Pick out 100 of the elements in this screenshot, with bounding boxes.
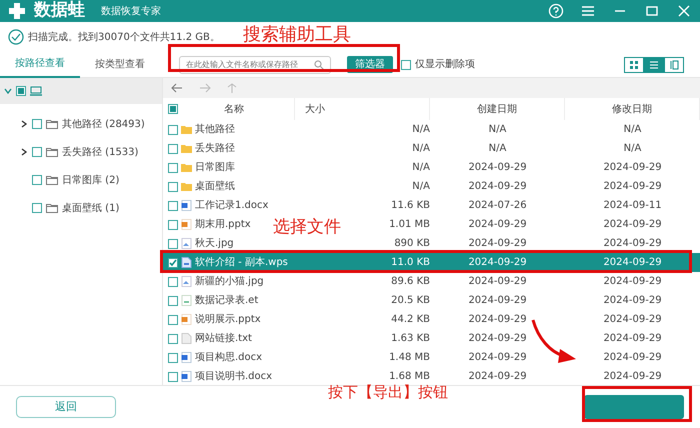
checkbox[interactable] (168, 296, 178, 306)
document-icon (181, 200, 192, 211)
file-name[interactable]: 日常图库 (195, 160, 235, 175)
folder-icon (181, 162, 192, 173)
file-name[interactable]: 其他路径 (195, 122, 235, 137)
created-date: 2024-09-29 (468, 295, 527, 306)
checkbox[interactable] (168, 200, 178, 210)
created-date: N/A (488, 143, 506, 154)
checkbox[interactable] (168, 258, 178, 268)
folder-icon (181, 143, 192, 154)
checkbox-label: 仅显示删除项 (415, 58, 475, 72)
folder-icon (46, 202, 58, 214)
checkbox[interactable] (168, 124, 178, 134)
back-button[interactable]: 返回 (16, 396, 116, 418)
checkbox[interactable] (168, 314, 178, 324)
tree-item-label[interactable]: 日常图库 (2) (62, 172, 120, 188)
file-name[interactable]: 丢失路径 (195, 141, 235, 156)
file-size: 44.2 KB (391, 314, 430, 325)
file-size: N/A (412, 143, 430, 154)
grid-view-button[interactable] (624, 56, 644, 72)
file-name[interactable]: 项目构思.docx (195, 350, 262, 365)
annotation-arrow (530, 318, 578, 366)
app-subtitle: 数据恢复专家 (101, 4, 161, 18)
file-size: 11.6 KB (391, 200, 430, 211)
file-name[interactable]: 项目说明书.docx (195, 369, 272, 384)
checkbox[interactable] (168, 372, 178, 382)
modified-date: 2024-09-29 (603, 314, 662, 325)
list-view-button[interactable] (644, 56, 664, 72)
view-tab[interactable]: 按类型查看 (80, 52, 160, 78)
spreadsheet-icon (181, 295, 192, 306)
file-name[interactable]: 网站链接.txt (195, 331, 252, 346)
checkbox[interactable] (401, 60, 411, 70)
file-name[interactable]: 秋天.jpg (195, 236, 234, 251)
presentation-icon (181, 314, 192, 325)
text-file-icon (181, 333, 192, 344)
forward-arrow-icon (199, 83, 211, 93)
document-icon (181, 371, 192, 382)
created-date: 2024-07-26 (468, 200, 527, 211)
checkbox[interactable] (32, 119, 42, 129)
file-name[interactable]: 新疆的小猫.jpg (195, 274, 264, 289)
help-icon[interactable] (548, 3, 564, 19)
file-name[interactable]: 说明展示.pptx (195, 312, 261, 327)
file-size: 1.63 KB (391, 333, 430, 344)
checkbox[interactable] (168, 220, 178, 230)
chevron-right-icon[interactable] (20, 148, 28, 156)
checkbox[interactable] (168, 162, 178, 172)
file-size: 890 KB (394, 238, 430, 249)
drive-icon (30, 86, 42, 96)
created-date: 2024-09-29 (468, 371, 527, 382)
tree-item-label[interactable]: 其他路径 (28493) (62, 116, 145, 132)
column-header[interactable]: 名称 (224, 102, 244, 116)
created-date: 2024-09-29 (468, 162, 527, 173)
chevron-right-icon[interactable] (20, 120, 28, 128)
annotation-label: 选择文件 (273, 216, 341, 239)
file-size: N/A (412, 162, 430, 173)
checkbox[interactable] (16, 86, 26, 96)
columns-icon (669, 60, 679, 70)
checkbox[interactable] (168, 182, 178, 192)
file-size: 1.68 MB (389, 371, 430, 382)
tree-item-label[interactable]: 桌面壁纸 (1) (62, 200, 120, 216)
column-header[interactable]: 大小 (305, 102, 325, 116)
file-name[interactable]: 工作记录1.docx (195, 198, 268, 213)
folder-icon (46, 146, 58, 158)
document-icon (181, 352, 192, 363)
search-field[interactable]: 在此处输入文件名称或保存路径 (179, 56, 331, 74)
check-circle-icon (8, 29, 24, 45)
created-date: 2024-09-29 (468, 276, 527, 287)
columns-view-button[interactable] (664, 56, 684, 72)
checkbox[interactable] (168, 144, 178, 154)
checkbox[interactable] (168, 104, 178, 114)
presentation-icon (181, 219, 192, 230)
close-icon[interactable] (676, 3, 692, 19)
checkbox[interactable] (32, 147, 42, 157)
file-name[interactable]: 桌面壁纸 (195, 179, 235, 194)
chevron-down-icon[interactable] (4, 87, 12, 95)
annotation-label: 搜索辅助工具 (243, 23, 351, 47)
created-date: 2024-09-29 (468, 257, 527, 268)
grid-icon (629, 60, 639, 70)
modified-date: N/A (624, 124, 642, 135)
file-size: 11.0 KB (391, 257, 430, 268)
modified-date: 2024-09-11 (603, 200, 662, 211)
file-name[interactable]: 软件介绍 - 副本.wps (195, 255, 288, 270)
file-name[interactable]: 数据记录表.et (195, 293, 258, 308)
document-icon (181, 257, 192, 268)
up-arrow-icon (227, 83, 237, 93)
tree-item-label[interactable]: 丢失路径 (1533) (62, 144, 138, 160)
modified-date: 2024-09-29 (603, 219, 662, 230)
checkbox[interactable] (32, 175, 42, 185)
file-name[interactable]: 期末用.pptx (195, 217, 251, 232)
checkbox[interactable] (32, 203, 42, 213)
image-file-icon (181, 238, 192, 249)
checkbox[interactable] (168, 334, 178, 344)
tree-root-row[interactable] (0, 78, 162, 104)
checkbox[interactable] (168, 276, 178, 286)
checkbox[interactable] (168, 352, 178, 362)
created-date: 2024-09-29 (468, 238, 527, 249)
modified-date: 2024-09-29 (603, 257, 662, 268)
file-size: N/A (412, 181, 430, 192)
modified-date: 2024-09-29 (603, 276, 662, 287)
checkbox[interactable] (168, 238, 178, 248)
